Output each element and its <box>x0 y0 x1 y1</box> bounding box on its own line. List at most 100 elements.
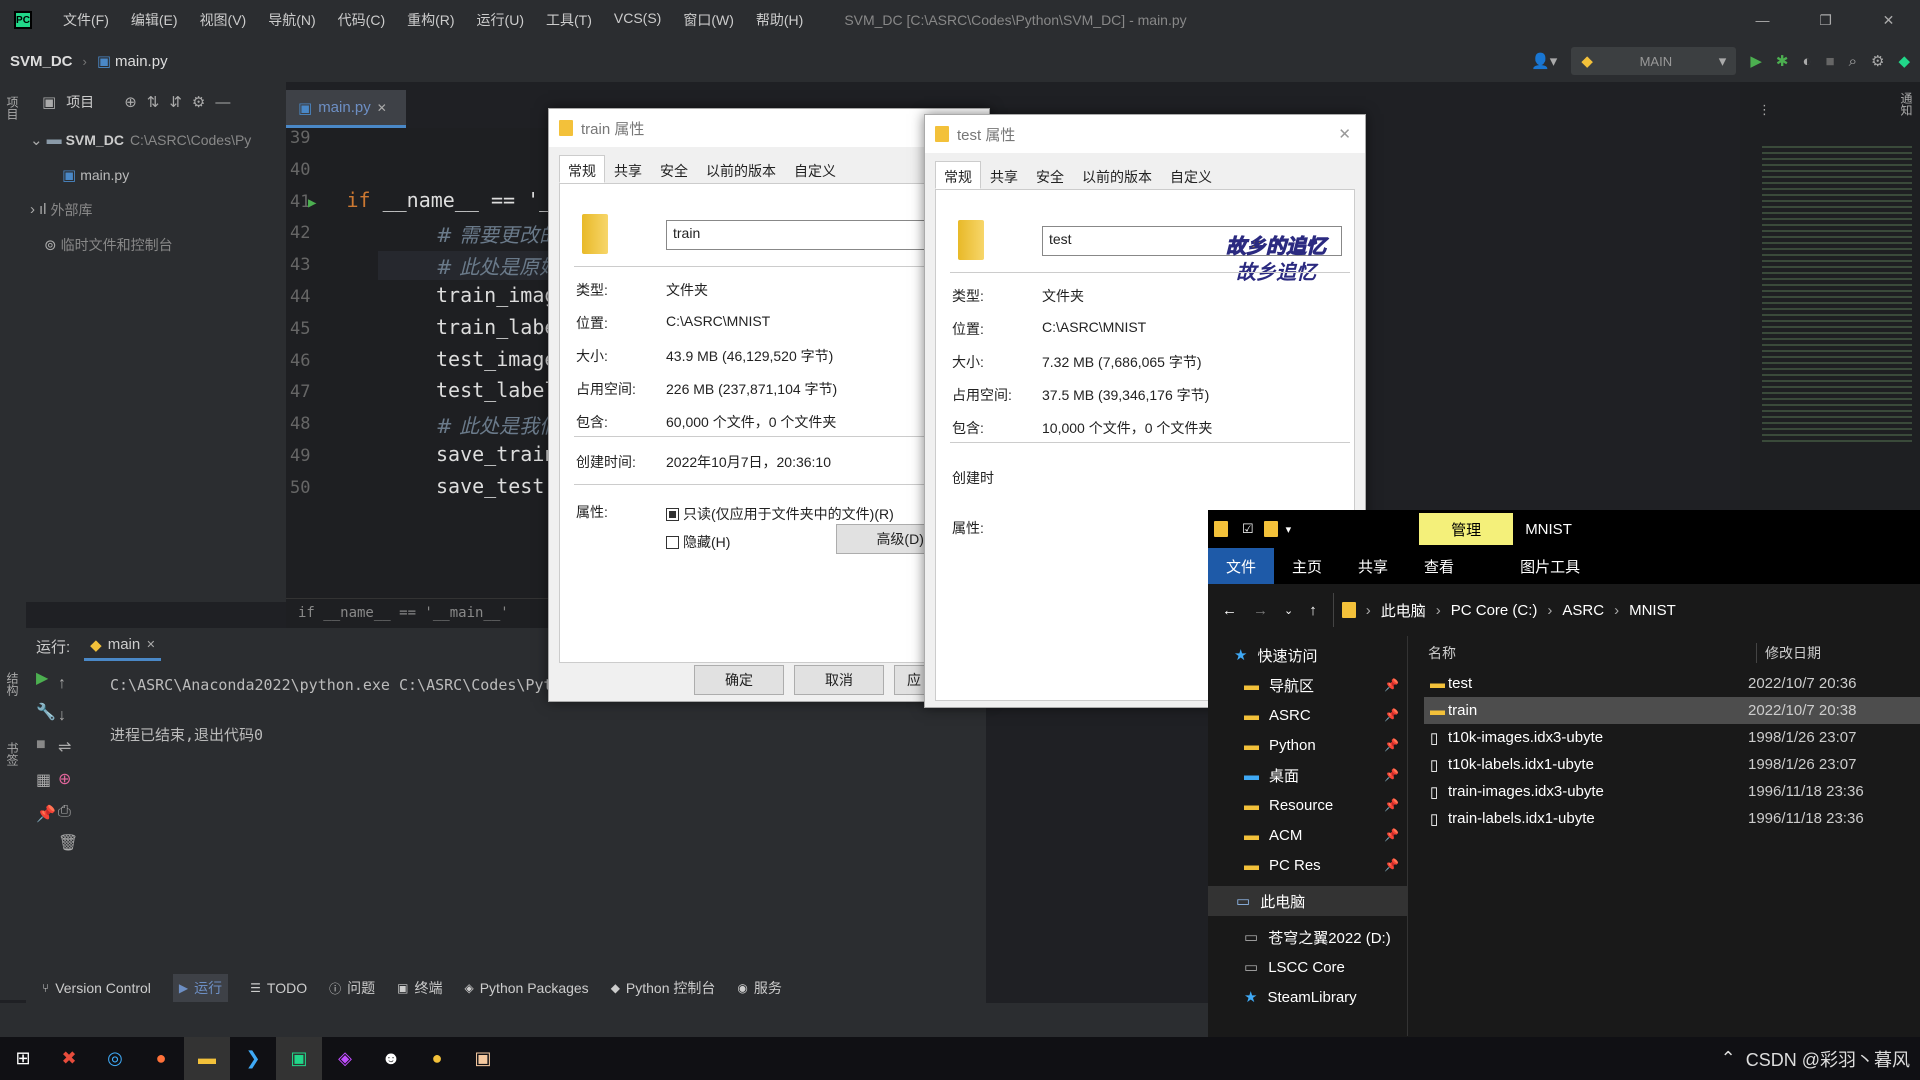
app-red-icon[interactable]: ✖ <box>46 1037 92 1080</box>
debug-icon[interactable]: ✱ <box>1776 52 1789 70</box>
path-breadcrumb[interactable]: › 此电脑 › PC Core (C:) › ASRC › MNIST <box>1332 593 1676 627</box>
jetbrains-icon[interactable]: ◆ <box>1898 52 1910 70</box>
pin-icon[interactable]: 📌 <box>1384 708 1399 722</box>
nav-item[interactable]: ▬ 导航区 📌 <box>1208 670 1407 700</box>
search-icon[interactable]: ⌕ <box>1849 53 1857 70</box>
restore-icon[interactable]: ❐ <box>1794 0 1857 40</box>
app-yellow-icon[interactable]: ● <box>414 1037 460 1080</box>
tool-bookmarks-label[interactable]: 书签 <box>4 742 21 766</box>
scroll-end-icon[interactable]: ⊕ <box>58 764 88 796</box>
dialog-tab[interactable]: 常规 <box>559 155 605 183</box>
dialog-tab[interactable]: 以前的版本 <box>697 155 785 183</box>
pycharm-icon[interactable]: ▣ <box>276 1037 322 1080</box>
edge-icon[interactable]: ◎ <box>92 1037 138 1080</box>
menu-item[interactable]: 视图(V) <box>189 10 258 30</box>
dialog-tab[interactable]: 自定义 <box>1161 161 1221 189</box>
file-row[interactable]: ▯ train-labels.idx1-ubyte 1996/11/18 23:36 <box>1424 805 1920 832</box>
path-segment[interactable]: ASRC <box>1562 602 1604 619</box>
manage-tab[interactable]: 管理 <box>1419 513 1514 545</box>
path-segment[interactable]: 此电脑 <box>1381 600 1426 621</box>
tree-external-libs[interactable]: › ıl 外部库 <box>26 192 286 227</box>
nav-item[interactable]: ▬ Resource 📌 <box>1208 790 1407 820</box>
run-config-select[interactable]: ◆ MAIN ▾ <box>1571 47 1737 75</box>
gear-icon[interactable]: ⚙ <box>1871 52 1884 70</box>
forward-icon[interactable]: → <box>1253 602 1268 619</box>
nav-item[interactable]: ▭ LSCC Core <box>1208 952 1407 982</box>
menu-item[interactable]: 导航(N) <box>257 10 326 30</box>
menu-item[interactable]: 重构(R) <box>396 10 465 30</box>
menu-item[interactable]: VCS(S) <box>603 10 672 30</box>
folder-name-input[interactable]: train <box>666 220 966 250</box>
vscode-icon[interactable]: ❯ <box>230 1037 276 1080</box>
coverage-icon[interactable]: ◐ <box>1802 53 1811 70</box>
close-icon[interactable]: ✕ <box>146 638 155 651</box>
locate-icon[interactable]: ⊕ <box>124 93 137 111</box>
soft-wrap-icon[interactable]: ⇌ <box>58 732 88 764</box>
bottom-tab[interactable]: ◆ Python 控制台 <box>611 978 716 998</box>
column-name[interactable]: 名称 <box>1428 643 1756 663</box>
nav-item[interactable]: ▬ Python 📌 <box>1208 730 1407 760</box>
dialog-tab[interactable]: 共享 <box>605 155 651 183</box>
path-segment[interactable]: PC Core (C:) <box>1451 602 1538 619</box>
run-tab-main[interactable]: ◆ main ✕ <box>84 632 162 661</box>
up-icon[interactable]: ↑ <box>1309 602 1317 619</box>
trash-icon[interactable]: 🗑 <box>58 828 88 860</box>
menu-item[interactable]: 窗口(W) <box>672 10 745 30</box>
ribbon-tab[interactable]: 查看 <box>1406 556 1472 577</box>
breadcrumb-file[interactable]: main.py <box>115 53 168 70</box>
project-panel-title[interactable]: 项目 <box>66 92 94 112</box>
windows-start-icon[interactable]: ⊞ <box>0 1037 46 1080</box>
pin-icon[interactable]: 📌 <box>1384 768 1399 782</box>
dialog-tab[interactable]: 共享 <box>981 161 1027 189</box>
collapse-all-icon[interactable]: ⇵ <box>169 93 182 111</box>
expand-all-icon[interactable]: ⇅ <box>147 93 160 111</box>
back-icon[interactable]: ← <box>1222 602 1237 619</box>
column-date[interactable]: 修改日期 <box>1756 643 1821 663</box>
nav-item[interactable]: ★ 快速访问 <box>1208 640 1407 670</box>
arrow-down-icon[interactable]: ↓ <box>58 700 88 732</box>
dialog-tab[interactable]: 安全 <box>1027 161 1073 189</box>
tree-file-main[interactable]: ▣ main.py <box>26 157 286 192</box>
menu-item[interactable]: 文件(F) <box>52 10 120 30</box>
nav-item[interactable]: ▬ PC Res 📌 <box>1208 850 1407 880</box>
print-icon[interactable]: ⎙ <box>58 796 88 828</box>
file-row[interactable]: ▬ train 2022/10/7 20:38 <box>1424 697 1920 724</box>
close-icon[interactable]: ✕ <box>1857 0 1920 40</box>
file-row[interactable]: ▯ t10k-images.idx3-ubyte 1998/1/26 23:07 <box>1424 724 1920 751</box>
pin-icon[interactable]: 📌 <box>1384 828 1399 842</box>
bottom-tab[interactable]: ▶ 运行 <box>172 974 229 1002</box>
new-folder-icon[interactable] <box>1263 521 1278 537</box>
ribbon-tab[interactable]: 主页 <box>1274 556 1340 577</box>
readonly-checkbox[interactable]: 只读(仅应用于文件夹中的文件)(R) <box>666 504 894 524</box>
pin-icon[interactable]: 📌 <box>1384 858 1399 872</box>
editor-tab-main[interactable]: ▣ main.py ✕ <box>286 90 406 128</box>
ribbon-tab[interactable]: 图片工具 <box>1502 556 1598 577</box>
breadcrumb-project[interactable]: SVM_DC <box>10 53 73 70</box>
nav-item[interactable]: ▬ ACM 📌 <box>1208 820 1407 850</box>
tool-structure-label[interactable]: 结构 <box>4 672 21 696</box>
dialog-tab[interactable]: 以前的版本 <box>1073 161 1161 189</box>
pin-icon[interactable]: 📌 <box>1384 798 1399 812</box>
menu-item[interactable]: 工具(T) <box>535 10 603 30</box>
dropdown-icon[interactable]: ⌄ <box>1284 604 1293 617</box>
ribbon-tab[interactable]: 共享 <box>1340 556 1406 577</box>
qq-icon[interactable]: ☻ <box>368 1037 414 1080</box>
dialog-tab[interactable]: 安全 <box>651 155 697 183</box>
menu-item[interactable]: 编辑(E) <box>120 10 189 30</box>
close-icon[interactable]: ✕ <box>1338 125 1351 143</box>
pin-icon[interactable]: 📌 <box>1384 678 1399 692</box>
jetbrains-toolbox-icon[interactable]: ◈ <box>322 1037 368 1080</box>
gear-icon[interactable]: ⚙ <box>192 93 205 111</box>
tool-project-label[interactable]: 项目 <box>4 96 21 120</box>
file-row[interactable]: ▬ test 2022/10/7 20:36 <box>1424 670 1920 697</box>
dialog-tab[interactable]: 自定义 <box>785 155 845 183</box>
chevron-up-icon[interactable]: ⌃ <box>1721 1048 1736 1069</box>
nav-item[interactable]: ▬ ASRC 📌 <box>1208 700 1407 730</box>
bottom-tab[interactable]: ▣ 终端 <box>397 978 442 998</box>
menu-item[interactable]: 运行(U) <box>466 10 535 30</box>
bottom-tab[interactable]: ☰ TODO <box>250 980 307 996</box>
firefox-icon[interactable]: ● <box>138 1037 184 1080</box>
app-avatar-icon[interactable]: ▣ <box>460 1037 506 1080</box>
nav-item[interactable]: ★ SteamLibrary <box>1208 982 1407 1012</box>
nav-item[interactable]: ▬ 桌面 📌 <box>1208 760 1407 790</box>
